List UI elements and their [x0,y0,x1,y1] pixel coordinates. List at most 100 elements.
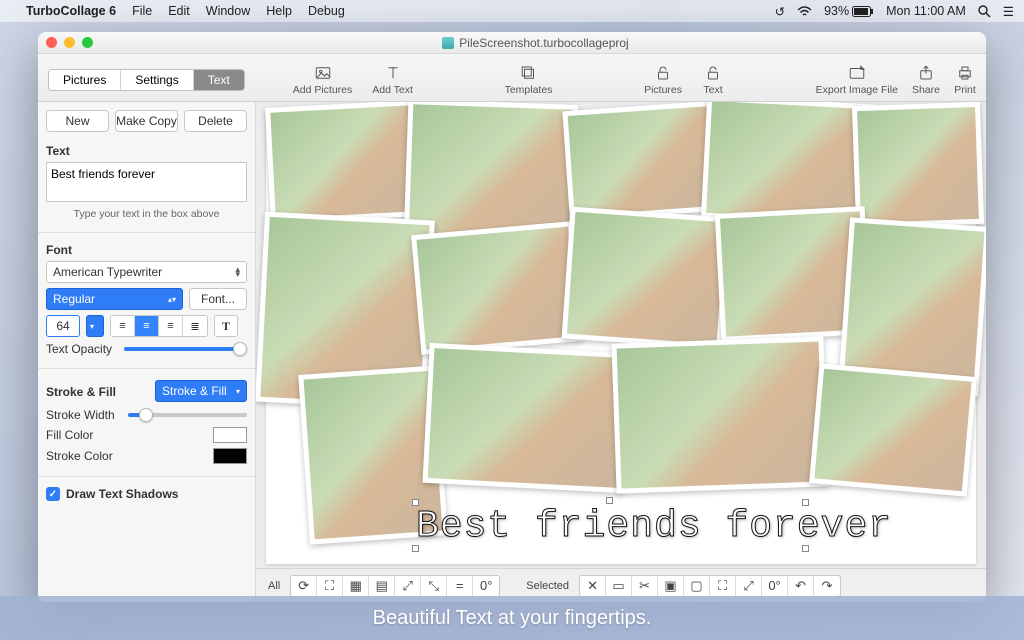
contract-icon[interactable]: ⤡ [421,576,447,596]
print-label: Print [954,84,976,96]
export-image-button[interactable]: Export Image File [816,64,898,96]
macos-menubar: TurboCollage 6 File Edit Window Help Deb… [0,0,1024,22]
grid-alt-icon[interactable]: ▤ [369,576,395,596]
lock-pictures-button[interactable]: Pictures [644,64,682,96]
align-center-icon[interactable]: ≡ [135,316,159,336]
photo-tile[interactable] [809,363,977,496]
app-window: PileScreenshot.turbocollageproj Pictures… [38,32,986,602]
font-weight-select[interactable]: Regular ▴▾ [46,288,183,310]
chevron-updown-icon: ▴▾ [235,267,240,277]
photo-tile[interactable] [611,336,828,493]
add-text-button[interactable]: Add Text [372,64,413,96]
fit-selected-icon[interactable]: ⛶ [710,576,736,596]
delete-button[interactable]: Delete [184,110,247,132]
angle-reset-icon[interactable]: 0° [473,576,499,596]
selection-handle[interactable] [606,497,613,504]
spotlight-icon[interactable] [978,5,991,18]
document-title: PileScreenshot.turbocollageproj [459,36,628,50]
notification-center-icon[interactable]: ☰ [1003,4,1014,19]
window-zoom-button[interactable] [82,37,93,48]
add-pictures-button[interactable]: Add Pictures [293,64,353,96]
align-justify-icon[interactable]: ≣ [183,316,207,336]
lock-text-button[interactable]: Text [702,64,724,96]
templates-label: Templates [505,84,553,96]
sidebar-tab-segmented-control[interactable]: Pictures Settings Text [48,69,245,91]
share-button[interactable]: Share [912,64,940,96]
stroke-color-swatch[interactable] [213,448,247,464]
export-label: Export Image File [816,84,898,96]
photo-tile[interactable] [562,207,731,350]
fit-icon[interactable]: ⛶ [317,576,343,596]
clock[interactable]: Mon 11:00 AM [886,4,966,18]
remove-icon[interactable]: ✕ [580,576,606,596]
window-close-button[interactable] [46,37,57,48]
add-text-label: Add Text [372,84,413,96]
font-panel-button[interactable]: Font... [189,288,247,310]
bring-front-icon[interactable]: ▣ [658,576,684,596]
text-section-label: Text [46,144,247,158]
text-opacity-slider[interactable] [124,347,247,351]
canvas-text-layer[interactable]: Best friends forever [416,505,892,548]
font-size-stepper[interactable]: ▾ [86,315,104,337]
selected-label: Selected [526,580,569,592]
font-section-label: Font [46,243,247,257]
stroke-fill-mode-value: Stroke & Fill [162,384,227,398]
stroke-width-label: Stroke Width [46,408,122,422]
new-button[interactable]: New [46,110,109,132]
tab-text[interactable]: Text [194,70,244,90]
send-back-icon[interactable]: ▢ [684,576,710,596]
menu-edit[interactable]: Edit [168,4,190,18]
equal-icon[interactable]: = [447,576,473,596]
battery-status[interactable]: 93% [824,4,874,18]
export-icon [846,64,868,82]
expand-icon[interactable]: ⤢ [395,576,421,596]
align-right-icon[interactable]: ≡ [159,316,183,336]
fill-selected-icon[interactable]: ⤢ [736,576,762,596]
photo-tile[interactable] [852,102,984,228]
photo-tile[interactable] [265,102,421,224]
selection-handle[interactable] [802,499,809,506]
menu-window[interactable]: Window [206,4,250,18]
selection-handle[interactable] [802,545,809,552]
grid-icon[interactable]: ▦ [343,576,369,596]
tab-settings[interactable]: Settings [121,70,193,90]
text-align-segmented[interactable]: ≡ ≡ ≡ ≣ [110,315,208,337]
vertical-text-toggle[interactable]: T [214,315,238,337]
collage-canvas[interactable]: Best friends forever [266,110,976,564]
menu-debug[interactable]: Debug [308,4,345,18]
photo-tile[interactable] [411,221,583,355]
photo-tile[interactable] [422,343,629,493]
window-minimize-button[interactable] [64,37,75,48]
templates-button[interactable]: Templates [505,64,553,96]
toolbar: Pictures Settings Text Add Pictures Add … [38,54,986,102]
shuffle-icon[interactable]: ⟳ [291,576,317,596]
draw-text-shadows-checkbox[interactable]: ✓ Draw Text Shadows [46,487,247,501]
crop-icon[interactable]: ✂ [632,576,658,596]
rotate-cw-icon[interactable]: ↷ [814,576,840,596]
battery-percent: 93% [824,4,849,18]
app-name[interactable]: TurboCollage 6 [26,4,116,18]
selection-handle[interactable] [412,499,419,506]
font-family-select[interactable]: American Typewriter ▴▾ [46,261,247,283]
swap-icon[interactable]: ▭ [606,576,632,596]
font-size-field[interactable]: 64 [46,315,80,337]
stroke-fill-mode-select[interactable]: Stroke & Fill ▾ [155,380,247,402]
align-left-icon[interactable]: ≡ [111,316,135,336]
print-button[interactable]: Print [954,64,976,96]
menu-file[interactable]: File [132,4,152,18]
photo-tile[interactable] [562,102,719,221]
print-icon [954,64,976,82]
stroke-width-slider[interactable] [128,413,247,417]
timemachine-icon[interactable]: ↺ [775,4,785,19]
stroke-color-label: Stroke Color [46,449,207,463]
fill-color-swatch[interactable] [213,427,247,443]
angle-selected-icon[interactable]: 0° [762,576,788,596]
make-copy-button[interactable]: Make Copy [115,110,178,132]
wifi-icon[interactable] [797,6,812,17]
menu-help[interactable]: Help [266,4,292,18]
tab-pictures[interactable]: Pictures [49,70,121,90]
selection-handle[interactable] [412,545,419,552]
text-input[interactable] [46,162,247,202]
marketing-caption: Beautiful Text at your fingertips. [0,596,1024,640]
rotate-ccw-icon[interactable]: ↶ [788,576,814,596]
